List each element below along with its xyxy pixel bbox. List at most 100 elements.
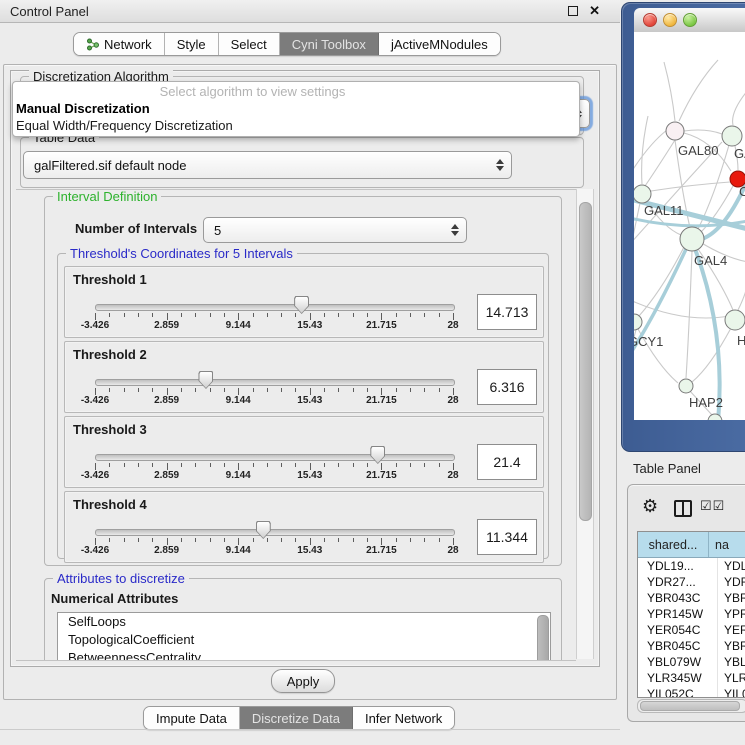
slider-track[interactable] (95, 379, 455, 386)
tab-label: Cyni Toolbox (292, 37, 366, 52)
attribute-list-item[interactable]: BetweennessCentrality (58, 649, 550, 661)
slider-track[interactable] (95, 529, 455, 536)
cell-shared-name[interactable]: YLR345W (638, 670, 718, 686)
cell-shared-name[interactable]: YBL079W (638, 654, 718, 670)
cell-shared-name[interactable]: YBR045C (638, 638, 718, 654)
table-row[interactable]: YLR345WYLR3 (638, 670, 745, 686)
network-node-GAL4[interactable] (680, 227, 704, 251)
threshold-value-field[interactable]: 11.344 (477, 519, 537, 555)
network-window-titlebar[interactable] (634, 8, 745, 33)
mac-close-icon[interactable] (643, 13, 657, 27)
tab-select[interactable]: Select (219, 33, 280, 55)
attribute-list-item[interactable]: SelfLoops (58, 613, 550, 631)
float-window-icon[interactable] (568, 6, 578, 16)
table-row[interactable]: YIL052CYIL0 (638, 686, 745, 698)
table-row[interactable]: YPR145WYPR1 (638, 606, 745, 622)
slider-thumb[interactable] (198, 371, 213, 389)
column-header-name[interactable]: na (709, 532, 745, 557)
slider-thumb[interactable] (294, 296, 309, 314)
cell-shared-name[interactable]: YPR145W (638, 606, 718, 622)
algorithm-option-equal-width[interactable]: Equal Width/Frequency Discretization (13, 117, 579, 134)
network-node-label: GCY1 (634, 334, 663, 349)
cell-shared-name[interactable]: YBR043C (638, 590, 718, 606)
slider-track[interactable] (95, 304, 455, 311)
scrollbar-thumb[interactable] (579, 202, 592, 521)
tab-infer-network[interactable]: Infer Network (353, 707, 454, 729)
slider-thumb[interactable] (370, 446, 385, 464)
number-of-intervals-value: 5 (214, 223, 221, 238)
tab-impute-data[interactable]: Impute Data (144, 707, 240, 729)
tab-discretize-data[interactable]: Discretize Data (240, 707, 353, 729)
tab-network[interactable]: Network (74, 33, 165, 55)
cell-name[interactable]: YPR1 (718, 606, 745, 622)
threshold-label: Threshold 2 (73, 347, 147, 362)
table-horizontal-scrollbar[interactable] (637, 699, 745, 713)
network-node-label: C (739, 184, 745, 199)
mac-zoom-icon[interactable] (683, 13, 697, 27)
slider-thumb[interactable] (256, 521, 271, 539)
number-of-intervals-label: Number of Intervals (75, 221, 197, 236)
network-node-GCY1[interactable] (634, 314, 642, 330)
slider-track[interactable] (95, 454, 455, 461)
thresholds-group: Threshold's Coordinates for 5 Intervals … (57, 253, 549, 559)
node-attribute-table: shared... na YDL19...YDL1YDR27...YDR2YBR… (637, 531, 745, 698)
table-panel: ⚙ ☑☑ shared... na YDL19...YDL1YDR27...YD… (627, 484, 745, 722)
tab-label: jActiveMNodules (391, 37, 488, 52)
tab-jactivemnodules[interactable]: jActiveMNodules (379, 33, 500, 55)
cell-name[interactable]: YBR0 (718, 638, 745, 654)
cell-name[interactable]: YER0 (718, 622, 745, 638)
table-row[interactable]: YBR043CYBR0 (638, 590, 745, 606)
number-of-intervals-combo[interactable]: 5 (203, 217, 467, 243)
algorithm-option-manual[interactable]: Manual Discretization (13, 100, 579, 117)
mac-minimize-icon[interactable] (663, 13, 677, 27)
table-row[interactable]: YBR045CYBR0 (638, 638, 745, 654)
network-canvas[interactable]: GAL80GACGAL11GAL4GCY1HHAP2 (634, 32, 745, 420)
threshold-value-field[interactable]: 14.713 (477, 294, 537, 330)
apply-button[interactable]: Apply (271, 669, 335, 693)
column-header-shared[interactable]: shared... (638, 532, 709, 557)
tab-label: Style (177, 37, 206, 52)
threshold-value-field[interactable]: 6.316 (477, 369, 537, 405)
cell-name[interactable]: YDR2 (718, 574, 745, 590)
threshold-label: Threshold 4 (73, 497, 147, 512)
checkbox-columns-icon[interactable]: ☑☑ (700, 498, 725, 514)
scrollbar-thumb[interactable] (640, 701, 740, 711)
close-icon[interactable]: ✕ (589, 6, 600, 16)
cell-name[interactable]: YBR0 (718, 590, 745, 606)
settings-vertical-scrollbar[interactable] (576, 189, 594, 659)
cell-shared-name[interactable]: YIL052C (638, 686, 718, 698)
network-node-GAL80[interactable] (666, 122, 684, 140)
table-data-combo[interactable]: galFiltered.sif default node (23, 151, 512, 179)
cell-shared-name[interactable]: YDR27... (638, 574, 718, 590)
panel-title: Control Panel (10, 4, 89, 19)
threshold-panel: Threshold 4-3.4262.8599.14415.4321.71528… (64, 491, 544, 563)
cell-shared-name[interactable]: YER054C (638, 622, 718, 638)
cell-shared-name[interactable]: YDL19... (638, 558, 718, 574)
network-node-label: HAP2 (689, 395, 723, 410)
gear-icon[interactable]: ⚙ (642, 497, 658, 515)
network-node-H-partial[interactable] (725, 310, 745, 330)
bottom-divider (0, 729, 620, 730)
network-node-GAL11[interactable] (634, 185, 651, 203)
threshold-panel: Threshold 1-3.4262.8599.14415.4321.71528… (64, 266, 544, 338)
control-panel-tab-bar: Network Style Select Cyni Toolbox jActiv… (73, 32, 501, 56)
cell-name[interactable]: YDL1 (718, 558, 745, 574)
tab-style[interactable]: Style (165, 33, 219, 55)
cell-name[interactable]: YBL0 (718, 654, 745, 670)
network-node-GA-partial[interactable] (722, 126, 742, 146)
threshold-value-field[interactable]: 21.4 (477, 444, 537, 480)
tab-cyni-toolbox[interactable]: Cyni Toolbox (280, 33, 379, 55)
table-row[interactable]: YDR27...YDR2 (638, 574, 745, 590)
cell-name[interactable]: YIL0 (718, 686, 745, 698)
network-window: GAL80GACGAL11GAL4GCY1HHAP2 (621, 2, 745, 452)
attribute-list-item[interactable]: TopologicalCoefficient (58, 631, 550, 649)
table-row[interactable]: YBL079WYBL0 (638, 654, 745, 670)
table-row[interactable]: YER054CYER0 (638, 622, 745, 638)
algorithm-placeholder-option: Select algorithm to view settings (13, 83, 579, 100)
attributes-list-scrollbar[interactable] (537, 615, 549, 661)
tab-label: Infer Network (365, 711, 442, 726)
cell-name[interactable]: YLR3 (718, 670, 745, 686)
table-row[interactable]: YDL19...YDL1 (638, 558, 745, 574)
split-columns-icon[interactable] (674, 500, 692, 517)
network-node-HAP2[interactable] (679, 379, 693, 393)
